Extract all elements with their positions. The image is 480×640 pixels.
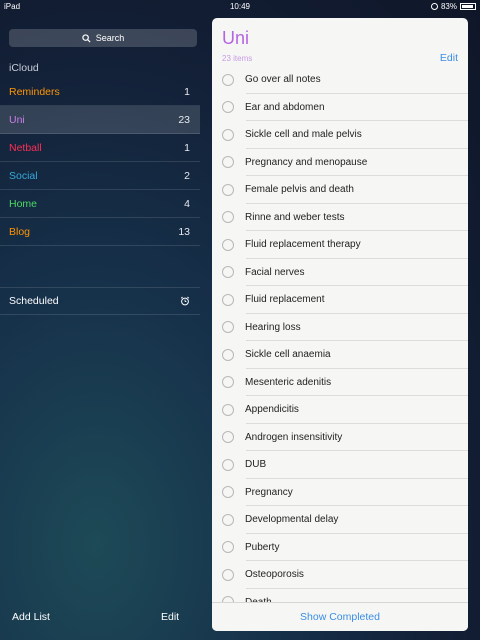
reminder-text: Pregnancy and menopause <box>245 156 368 168</box>
reminder-text: Fluid replacement <box>245 294 325 306</box>
checkbox-circle-icon[interactable] <box>222 348 234 361</box>
reminder-item[interactable]: Developmental delay <box>212 506 468 534</box>
reminder-text: Rinne and weber tests <box>245 211 345 223</box>
reminder-item[interactable]: Sickle cell anaemia <box>212 341 468 369</box>
reminder-text: Sickle cell and male pelvis <box>245 129 362 141</box>
show-completed-button[interactable]: Show Completed <box>212 602 468 631</box>
reminder-item[interactable]: DUB <box>212 451 468 479</box>
panel-edit-button[interactable]: Edit <box>440 52 458 64</box>
reminder-item[interactable]: Fluid replacement <box>212 286 468 314</box>
status-bar: iPad 10:49 83% <box>0 0 480 14</box>
reminder-text: Androgen insensitivity <box>245 431 343 443</box>
scheduled-label: Scheduled <box>9 295 59 307</box>
list-name: Uni <box>9 113 25 126</box>
list-count: 1 <box>184 141 190 154</box>
checkbox-circle-icon[interactable] <box>222 266 234 279</box>
reminder-text: Hearing loss <box>245 321 301 333</box>
list-name: Reminders <box>9 85 60 98</box>
checkbox-circle-icon[interactable] <box>222 376 234 389</box>
reminder-item[interactable]: Androgen insensitivity <box>212 424 468 452</box>
battery-percent: 83% <box>440 2 457 11</box>
reminder-item[interactable]: Mesenteric adenitis <box>212 369 468 397</box>
checkbox-circle-icon[interactable] <box>222 513 234 526</box>
list-name: Blog <box>9 225 31 238</box>
list-count: 2 <box>184 169 190 182</box>
reminder-item[interactable]: Ear and abdomen <box>212 94 468 122</box>
reminder-item[interactable]: Go over all notes <box>212 66 468 94</box>
checkbox-circle-icon[interactable] <box>222 128 234 141</box>
reminder-text: Developmental delay <box>245 514 339 526</box>
checkbox-circle-icon[interactable] <box>222 541 234 554</box>
battery-icon <box>460 3 476 10</box>
reminder-text: Sickle cell anaemia <box>245 349 331 361</box>
list-count: 1 <box>184 85 190 98</box>
reminder-text: Pregnancy <box>245 486 293 498</box>
add-list-button[interactable]: Add List <box>12 611 50 623</box>
reminder-item[interactable]: Facial nerves <box>212 259 468 287</box>
list-name: Social <box>9 169 38 182</box>
checkbox-circle-icon[interactable] <box>222 101 234 114</box>
reminder-text: Appendicitis <box>245 404 299 416</box>
search-icon <box>82 33 91 43</box>
status-right: 83% <box>430 2 476 11</box>
reminder-text: Osteoporosis <box>245 569 304 581</box>
reminder-text: DUB <box>245 459 267 471</box>
clock: 10:49 <box>229 2 251 11</box>
reminder-item[interactable]: Appendicitis <box>212 396 468 424</box>
checkbox-circle-icon[interactable] <box>222 183 234 196</box>
reminder-text: Ear and abdomen <box>245 101 325 113</box>
sidebar-list-social[interactable]: Social 2 <box>0 162 200 190</box>
sidebar-list-netball[interactable]: Netball 1 <box>0 134 200 162</box>
reminder-text: Puberty <box>245 541 280 553</box>
search-label: Search <box>95 33 125 43</box>
checkbox-circle-icon[interactable] <box>222 486 234 499</box>
checkbox-circle-icon[interactable] <box>222 568 234 581</box>
reminder-text: Go over all notes <box>245 74 321 86</box>
scheduled-row[interactable]: Scheduled <box>0 287 200 315</box>
rotation-lock-icon <box>430 3 438 10</box>
reminder-text: Mesenteric adenitis <box>245 376 332 388</box>
checkbox-circle-icon[interactable] <box>222 211 234 224</box>
reminder-text: Fluid replacement therapy <box>245 239 361 251</box>
reminder-text: Facial nerves <box>245 266 305 278</box>
reminder-item[interactable]: Sickle cell and male pelvis <box>212 121 468 149</box>
list-count: 23 <box>178 113 190 126</box>
reminder-item[interactable]: Female pelvis and death <box>212 176 468 204</box>
lists-container: Reminders 1 Uni 23 Netball 1 Social 2 Home 4 Blog 1… <box>0 78 200 246</box>
reminder-item[interactable]: Pregnancy <box>212 479 468 507</box>
alarm-clock-icon <box>180 296 190 306</box>
search-field[interactable]: Search <box>9 29 197 47</box>
list-panel: Uni 23 items Edit Go over all notes Ear a… <box>212 18 468 631</box>
checkbox-circle-icon[interactable] <box>222 293 234 306</box>
reminder-item[interactable]: Fluid replacement therapy <box>212 231 468 259</box>
sidebar-edit-button[interactable]: Edit <box>161 611 179 623</box>
checkbox-circle-icon[interactable] <box>222 321 234 334</box>
checkbox-circle-icon[interactable] <box>222 73 234 86</box>
reminder-list: Go over all notes Ear and abdomen Sickle c… <box>212 66 468 616</box>
list-title: Uni <box>222 28 250 48</box>
reminder-item[interactable]: Osteoporosis <box>212 561 468 589</box>
list-name: Home <box>9 197 38 210</box>
reminder-text: Female pelvis and death <box>245 184 354 196</box>
checkbox-circle-icon[interactable] <box>222 403 234 416</box>
list-count: 13 <box>178 225 190 238</box>
sidebar-list-uni[interactable]: Uni 23 <box>0 106 200 134</box>
list-count: 4 <box>184 197 190 210</box>
checkbox-circle-icon[interactable] <box>222 238 234 251</box>
checkbox-circle-icon[interactable] <box>222 156 234 169</box>
item-count: 23 items <box>222 54 253 63</box>
sidebar-list-reminders[interactable]: Reminders 1 <box>0 78 200 106</box>
reminder-item[interactable]: Rinne and weber tests <box>212 204 468 232</box>
reminder-item[interactable]: Puberty <box>212 534 468 562</box>
checkbox-circle-icon[interactable] <box>222 458 234 471</box>
account-header: iCloud <box>9 62 39 74</box>
sidebar-list-blog[interactable]: Blog 13 <box>0 218 200 246</box>
checkbox-circle-icon[interactable] <box>222 431 234 444</box>
reminder-item[interactable]: Hearing loss <box>212 314 468 342</box>
list-name: Netball <box>9 141 42 154</box>
reminder-item[interactable]: Pregnancy and menopause <box>212 149 468 177</box>
sidebar-list-home[interactable]: Home 4 <box>0 190 200 218</box>
